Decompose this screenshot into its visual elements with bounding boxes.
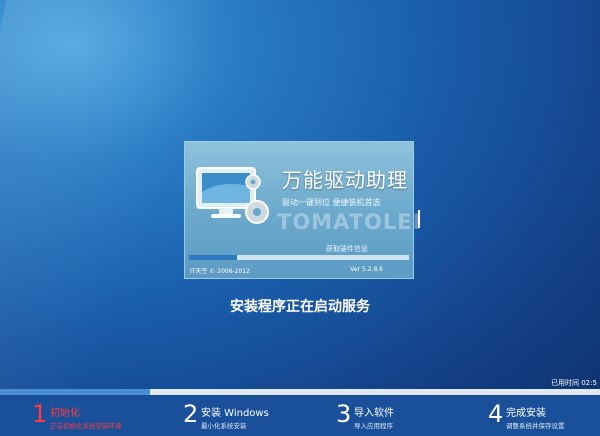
- text-cursor: [418, 210, 420, 228]
- install-steps-bar: 1 初始化 正在初始化系统安装环境 2 安装 Windows 最小化系统安装 3…: [0, 389, 600, 436]
- splash-copyright: IT天空 © 2006-2012: [190, 268, 250, 275]
- step-description: 调整系统并保存设置: [506, 422, 565, 430]
- step-description: 导入应用程序: [354, 422, 393, 430]
- step-number: 3: [336, 400, 352, 428]
- install-status-message: 安装程序正在启动服务: [230, 299, 370, 315]
- splash-title: 万能驱动助理: [282, 168, 408, 192]
- monitor-gear-icon: [196, 167, 269, 224]
- splash-progress-bar: [189, 255, 409, 260]
- step-title: 安装 Windows: [201, 408, 269, 419]
- splash-status-text: 获取硬件信息: [326, 245, 368, 253]
- step-number: 2: [183, 400, 199, 428]
- splash-progress-fill: [189, 255, 238, 260]
- step-description: 最小化系统安装: [201, 422, 247, 430]
- splash-watermark: TOMATOLEI: [277, 210, 422, 234]
- step-title: 导入软件: [354, 408, 394, 419]
- step-description: 正在初始化系统安装环境: [50, 422, 122, 430]
- step-number: 1: [32, 400, 48, 428]
- splash-subtitle: 驱动一键到位 便捷装机首选: [282, 198, 381, 207]
- step-title: 完成安装: [506, 408, 546, 419]
- step-title: 初始化: [50, 408, 80, 419]
- elapsed-time: 已用时间 02:5: [551, 379, 597, 387]
- overall-progress-fill: [0, 389, 150, 395]
- splash-window: 万能驱动助理 驱动一键到位 便捷装机首选 TOMATOLEI 获取硬件信息 IT…: [184, 141, 420, 279]
- overall-progress-bar: [0, 389, 600, 395]
- step-number: 4: [488, 400, 504, 428]
- splash-version: Ver 5.2.8.6: [350, 266, 383, 273]
